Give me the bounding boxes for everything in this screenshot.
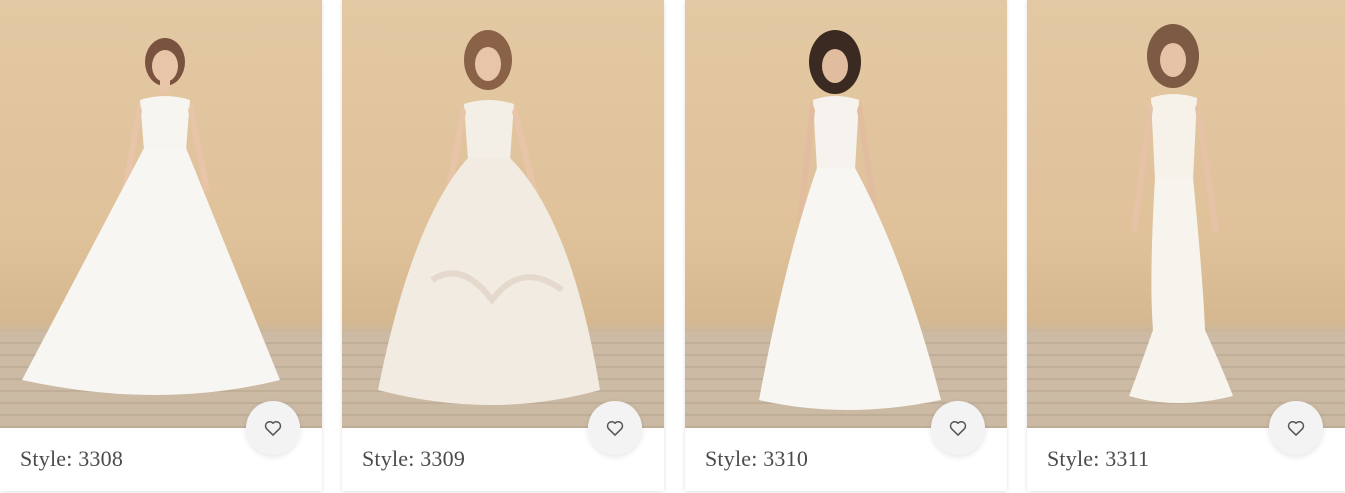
bride-illustration bbox=[378, 30, 600, 405]
style-label[interactable]: Style: 3308 bbox=[20, 446, 123, 472]
product-card[interactable]: Style: 3311 bbox=[1027, 0, 1345, 491]
product-card[interactable]: Style: 3310 bbox=[685, 0, 1007, 491]
heart-outline-icon bbox=[606, 420, 624, 436]
style-label[interactable]: Style: 3310 bbox=[705, 446, 808, 472]
favorite-button[interactable] bbox=[931, 401, 985, 455]
bride-illustration bbox=[1129, 24, 1233, 403]
product-card[interactable]: Style: 3308 bbox=[0, 0, 322, 491]
heart-outline-icon bbox=[949, 420, 967, 436]
heart-outline-icon bbox=[1287, 420, 1305, 436]
style-label[interactable]: Style: 3309 bbox=[362, 446, 465, 472]
heart-outline-icon bbox=[264, 420, 282, 436]
bride-illustration bbox=[22, 38, 280, 395]
bride-illustration bbox=[759, 30, 941, 410]
product-photo[interactable] bbox=[1027, 0, 1345, 428]
product-card[interactable]: Style: 3309 bbox=[342, 0, 664, 491]
product-grid: Style: 3308 Style: 3309 Style: 3310 Styl… bbox=[0, 0, 1345, 493]
product-photo[interactable] bbox=[685, 0, 1007, 428]
style-label[interactable]: Style: 3311 bbox=[1047, 446, 1149, 472]
favorite-button[interactable] bbox=[588, 401, 642, 455]
product-photo[interactable] bbox=[0, 0, 322, 428]
product-photo[interactable] bbox=[342, 0, 664, 428]
favorite-button[interactable] bbox=[1269, 401, 1323, 455]
favorite-button[interactable] bbox=[246, 401, 300, 455]
